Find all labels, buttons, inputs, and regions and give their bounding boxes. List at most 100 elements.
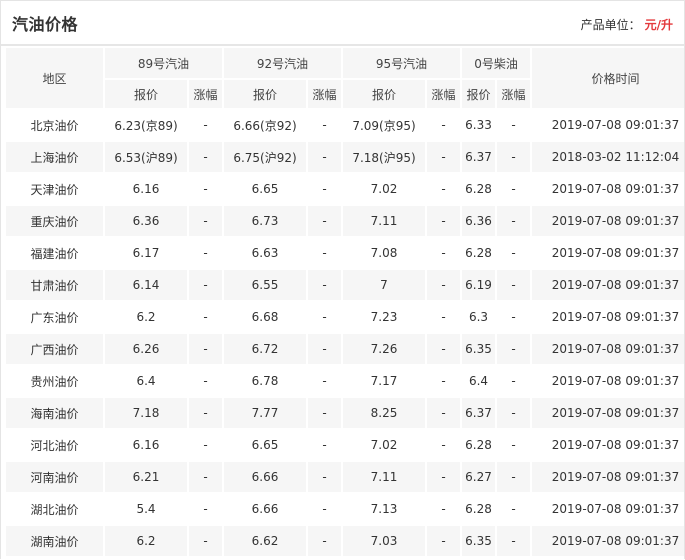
table-row: 重庆油价 6.36-6.73-7.11-6.36-2019-07-08 09:01…: [6, 206, 684, 236]
unit-value: 元/升: [644, 18, 673, 32]
time-cell: 2019-07-08 09:01:37: [532, 430, 684, 460]
change-diesel-cell: -: [497, 430, 531, 460]
price-89-cell: 6.53(沪89): [105, 142, 187, 172]
change-92-cell: -: [308, 174, 341, 204]
change-89-cell: -: [189, 334, 222, 364]
change-89-cell: -: [189, 494, 222, 524]
change-diesel-cell: -: [497, 142, 531, 172]
change-89-cell: -: [189, 430, 222, 460]
price-95-cell: 7.13: [343, 494, 425, 524]
change-header-92: 涨幅: [308, 80, 341, 108]
change-95-cell: -: [427, 334, 460, 364]
price-95-cell: 7.23: [343, 302, 425, 332]
change-89-cell: -: [189, 462, 222, 492]
region-cell: 广西油价: [6, 334, 103, 364]
unit-label: 产品单位：: [580, 18, 641, 32]
time-cell: 2019-07-08 09:01:37: [532, 494, 684, 524]
price-92-cell: 6.66(京92): [224, 110, 306, 140]
change-89-cell: -: [189, 174, 222, 204]
change-95-cell: -: [427, 366, 460, 396]
time-cell: 2019-07-08 09:01:37: [532, 110, 684, 140]
price-diesel-cell: 6.37: [462, 142, 495, 172]
price-92-cell: 6.62: [224, 526, 306, 556]
group-header-89: 89号汽油: [105, 48, 222, 78]
region-cell: 湖北油价: [6, 494, 103, 524]
region-cell: 海南油价: [6, 398, 103, 428]
change-89-cell: -: [189, 398, 222, 428]
price-header-89: 报价: [105, 80, 187, 108]
group-header-92: 92号汽油: [224, 48, 341, 78]
change-92-cell: -: [308, 206, 341, 236]
change-89-cell: -: [189, 526, 222, 556]
change-92-cell: -: [308, 334, 341, 364]
change-95-cell: -: [427, 238, 460, 268]
change-95-cell: -: [427, 302, 460, 332]
unit-indicator: 产品单位： 元/升: [581, 16, 673, 33]
change-95-cell: -: [427, 526, 460, 556]
group-header-95: 95号汽油: [343, 48, 460, 78]
price-95-cell: 8.25: [343, 398, 425, 428]
time-cell: 2019-07-08 09:01:37: [532, 398, 684, 428]
change-diesel-cell: -: [497, 238, 531, 268]
change-95-cell: -: [427, 430, 460, 460]
change-header-95: 涨幅: [427, 80, 460, 108]
price-diesel-cell: 6.27: [462, 462, 495, 492]
change-95-cell: -: [427, 398, 460, 428]
change-header-89: 涨幅: [189, 80, 222, 108]
price-95-cell: 7: [343, 270, 425, 300]
price-diesel-cell: 6.28: [462, 430, 495, 460]
price-92-cell: 6.68: [224, 302, 306, 332]
change-95-cell: -: [427, 494, 460, 524]
price-89-cell: 6.17: [105, 238, 187, 268]
price-95-cell: 7.09(京95): [343, 110, 425, 140]
time-cell: 2019-07-08 09:01:37: [532, 366, 684, 396]
time-cell: 2019-07-08 09:01:37: [532, 238, 684, 268]
region-cell: 北京油价: [6, 110, 103, 140]
change-diesel-cell: -: [497, 366, 531, 396]
price-89-cell: 6.16: [105, 430, 187, 460]
change-95-cell: -: [427, 142, 460, 172]
price-89-cell: 6.26: [105, 334, 187, 364]
table-row: 贵州油价 6.4-6.78-7.17-6.4-2019-07-08 09:01:3…: [6, 366, 684, 396]
price-95-cell: 7.11: [343, 206, 425, 236]
change-95-cell: -: [427, 462, 460, 492]
price-header-95: 报价: [343, 80, 425, 108]
price-89-cell: 7.18: [105, 398, 187, 428]
region-cell: 贵州油价: [6, 366, 103, 396]
price-89-cell: 6.36: [105, 206, 187, 236]
price-89-cell: 6.16: [105, 174, 187, 204]
time-cell: 2018-03-02 11:12:04: [532, 142, 684, 172]
change-92-cell: -: [308, 366, 341, 396]
table-row: 河北油价 6.16-6.65-7.02-6.28-2019-07-08 09:01…: [6, 430, 684, 460]
price-header-92: 报价: [224, 80, 306, 108]
table-row: 湖北油价 5.4-6.66-7.13-6.28-2019-07-08 09:01:…: [6, 494, 684, 524]
change-diesel-cell: -: [497, 494, 531, 524]
price-95-cell: 7.26: [343, 334, 425, 364]
change-95-cell: -: [427, 206, 460, 236]
change-diesel-cell: -: [497, 526, 531, 556]
price-diesel-cell: 6.3: [462, 302, 495, 332]
price-diesel-cell: 6.28: [462, 238, 495, 268]
price-89-cell: 6.23(京89): [105, 110, 187, 140]
change-95-cell: -: [427, 270, 460, 300]
table-body: 北京油价 6.23(京89) -6.66(京92) -7.09(京95) -6.33-2…: [6, 110, 684, 556]
price-table: 地区 89号汽油 92号汽油 95号汽油 0号柴油 价格时间 报价 涨幅 报价 …: [4, 46, 684, 558]
oil-price-panel: 汽油价格 产品单位： 元/升 地区 89号汽油 92号汽油 95号汽油 0号柴油 …: [0, 0, 685, 559]
time-header: 价格时间: [532, 48, 684, 108]
price-95-cell: 7.17: [343, 366, 425, 396]
price-diesel-cell: 6.28: [462, 174, 495, 204]
change-92-cell: -: [308, 462, 341, 492]
table-row: 广西油价 6.26-6.72-7.26-6.35-2019-07-08 09:01…: [6, 334, 684, 364]
change-diesel-cell: -: [497, 110, 531, 140]
change-92-cell: -: [308, 302, 341, 332]
table-row: 甘肃油价 6.14-6.55-7-6.19-2019-07-08 09:01:37: [6, 270, 684, 300]
price-92-cell: 7.77: [224, 398, 306, 428]
region-cell: 河南油价: [6, 462, 103, 492]
table-row: 海南油价 7.18-7.77-8.25-6.37-2019-07-08 09:01…: [6, 398, 684, 428]
change-89-cell: -: [189, 270, 222, 300]
change-89-cell: -: [189, 142, 222, 172]
group-header-diesel: 0号柴油: [462, 48, 531, 78]
change-89-cell: -: [189, 110, 222, 140]
panel-title: 汽油价格: [12, 15, 79, 34]
price-diesel-cell: 6.19: [462, 270, 495, 300]
